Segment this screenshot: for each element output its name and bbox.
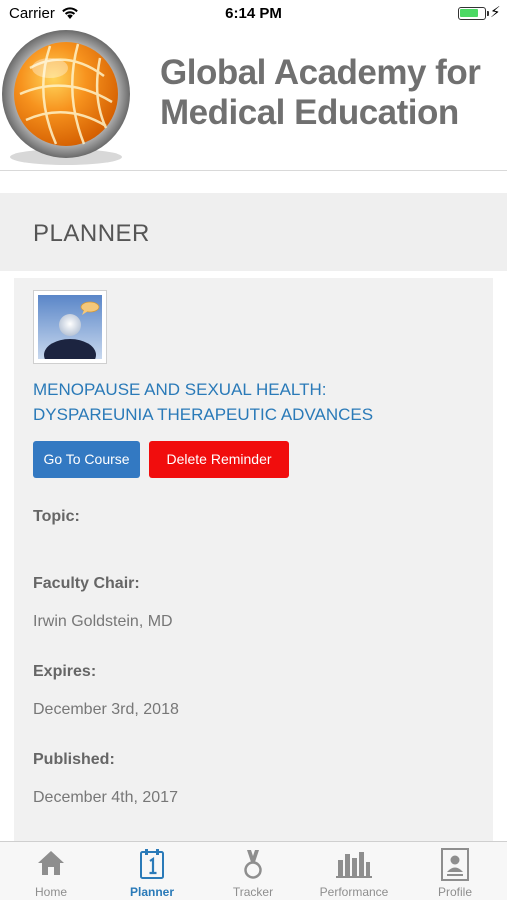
expires-label: Expires: [33,663,97,680]
expires-value: December 3rd, 2018 [33,701,179,718]
tab-planner-label: Planner [129,885,174,899]
tab-bar: Home Planner Tracker Performance Profile [0,841,507,900]
go-to-course-button[interactable]: Go To Course [33,441,140,478]
topic-label: Topic: [33,508,80,525]
charging-bolt-icon: ⚡ [490,4,501,21]
battery-icon [458,7,489,20]
calendar-icon [140,849,164,879]
tab-home-label: Home [34,885,67,899]
bar-chart-icon [336,852,372,878]
globe-logo-icon [2,30,130,165]
medal-icon [244,850,262,879]
tab-profile-label: Profile [437,885,472,899]
brand-line-1: Global Academy for [160,53,481,92]
brand-title: Global Academy for Medical Education [160,53,500,133]
tab-home[interactable]: Home [1,842,101,900]
tab-tracker[interactable]: Tracker [203,842,303,900]
app-header: Global Academy for Medical Education [0,28,507,171]
course-card: MENOPAUSE AND SEXUAL HEALTH: DYSPAREUNIA… [14,278,493,843]
avatar-placeholder-icon [38,295,102,359]
tab-performance-label: Performance [319,885,389,899]
profile-card-icon [441,848,469,881]
published-label: Published: [33,751,115,768]
page-title-band: PLANNER [0,193,507,271]
tab-tracker-label: Tracker [232,885,274,899]
faculty-chair-label: Faculty Chair: [33,575,140,592]
course-title-line-1: MENOPAUSE AND SEXUAL HEALTH: [33,380,327,399]
tab-planner[interactable]: Planner [102,842,202,900]
course-title[interactable]: MENOPAUSE AND SEXUAL HEALTH: DYSPAREUNIA… [33,377,473,427]
home-icon [38,851,64,875]
published-value: December 4th, 2017 [33,789,178,806]
status-bar: Carrier 6:14 PM ⚡ [0,0,507,28]
clock: 6:14 PM [225,5,282,22]
brand-line-2: Medical Education [160,93,459,132]
course-thumbnail[interactable] [33,290,107,364]
page-title: PLANNER [33,220,150,247]
delete-reminder-button[interactable]: Delete Reminder [149,441,289,478]
tab-performance[interactable]: Performance [304,842,404,900]
course-title-line-2: DYSPAREUNIA THERAPEUTIC ADVANCES [33,405,374,424]
tab-profile[interactable]: Profile [405,842,505,900]
faculty-chair-value: Irwin Goldstein, MD [33,613,173,630]
